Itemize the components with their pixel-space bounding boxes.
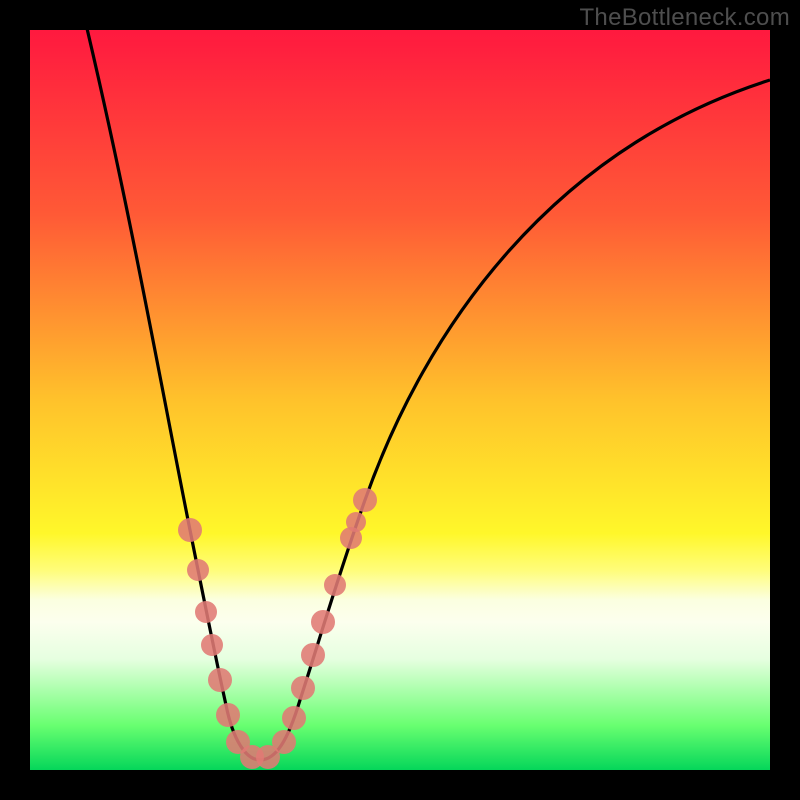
data-bead	[282, 706, 306, 730]
data-bead	[311, 610, 335, 634]
watermark-text: TheBottleneck.com	[579, 4, 790, 32]
data-bead	[195, 601, 217, 623]
data-bead	[324, 574, 346, 596]
bottleneck-curve	[30, 30, 770, 770]
data-bead	[346, 512, 366, 532]
chart-container: TheBottleneck.com	[0, 0, 800, 800]
data-bead	[353, 488, 377, 512]
data-bead	[301, 643, 325, 667]
plot-area	[30, 30, 770, 770]
data-bead	[291, 676, 315, 700]
data-bead	[187, 559, 209, 581]
data-bead	[178, 518, 202, 542]
curve-path	[85, 30, 770, 760]
data-bead	[208, 668, 232, 692]
data-bead	[201, 634, 223, 656]
data-bead	[216, 703, 240, 727]
data-bead	[272, 730, 296, 754]
